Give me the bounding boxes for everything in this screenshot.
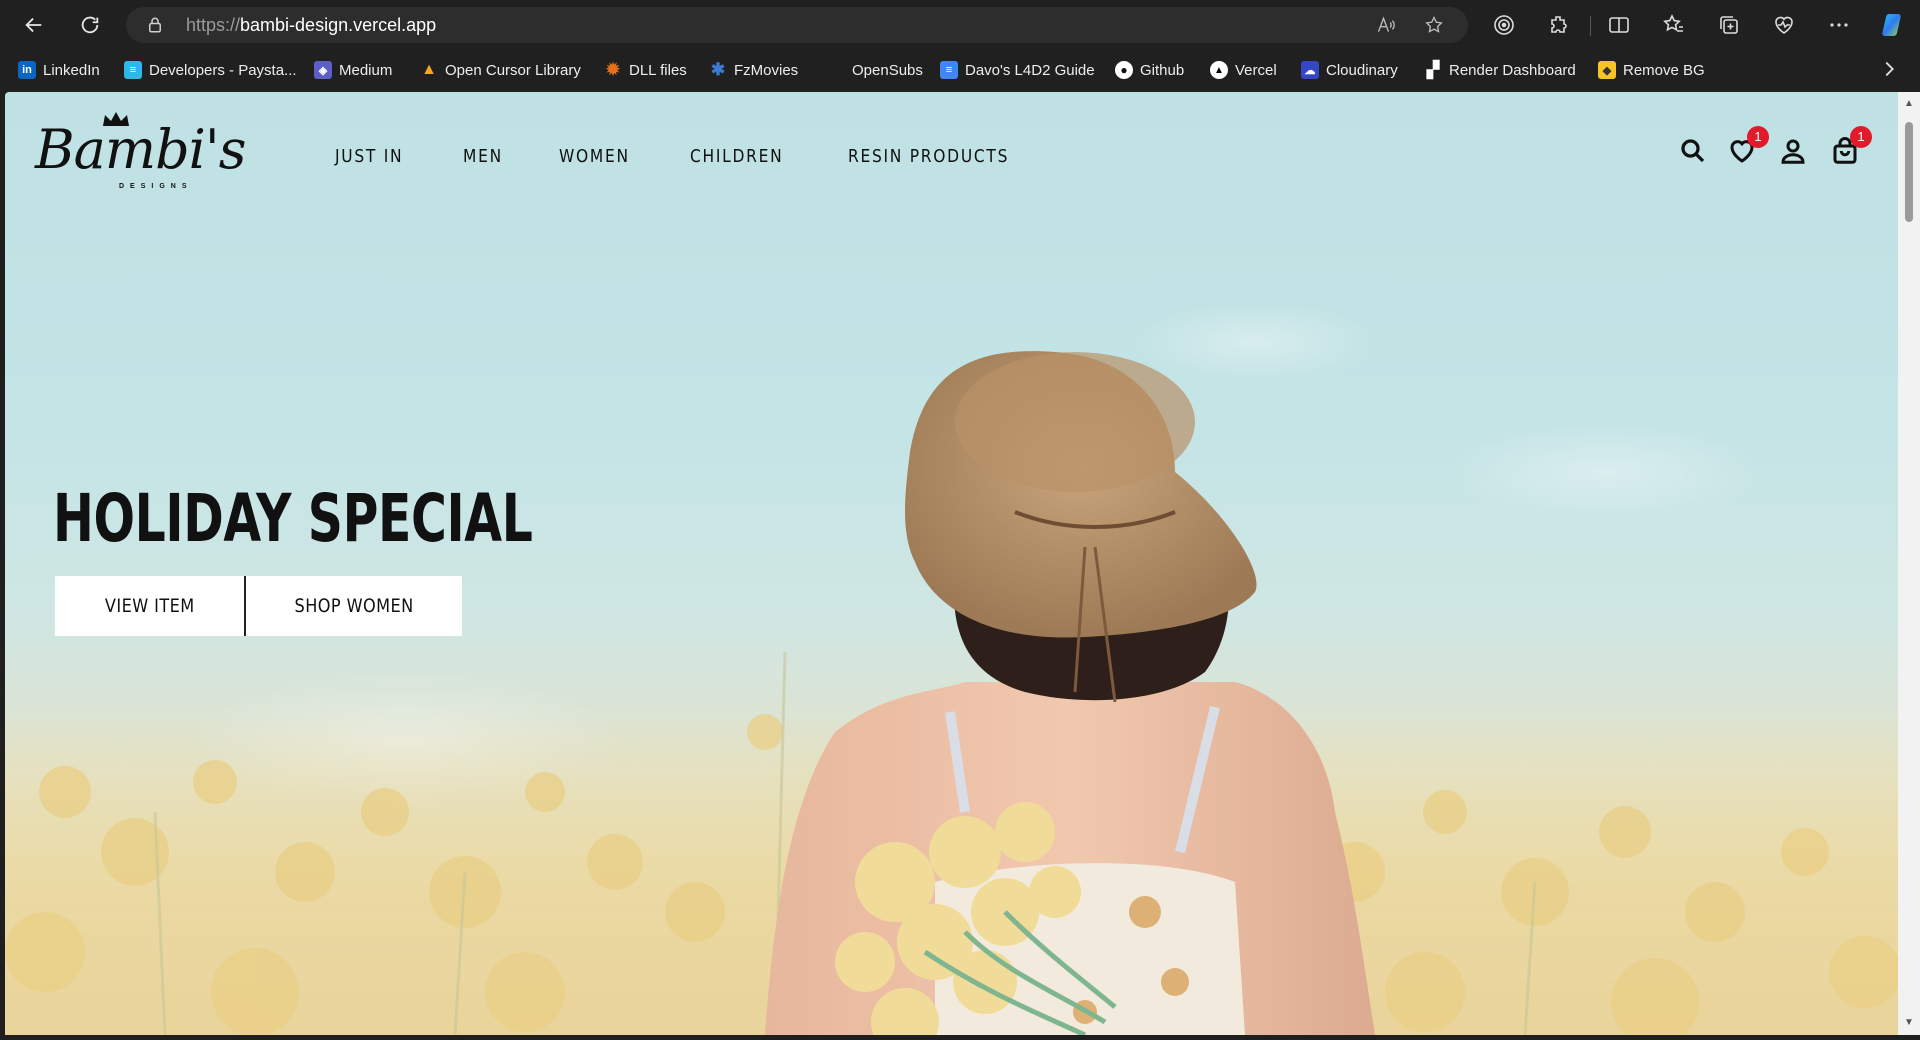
- url-scheme: https://: [186, 15, 241, 35]
- shop-women-label: SHOP WOMEN: [294, 595, 414, 617]
- page-viewport: Bambi's DESIGNS JUST IN MEN WOMEN CHILDR…: [5, 92, 1898, 1035]
- search-icon[interactable]: [1678, 136, 1708, 166]
- cursor-library-icon: ▲: [421, 61, 437, 78]
- hero-background-image: [5, 302, 1898, 1035]
- bookmark-label: Open Cursor Library: [445, 61, 581, 79]
- medium-icon: ◈: [314, 61, 332, 79]
- wishlist-heart-icon[interactable]: 1: [1727, 126, 1769, 166]
- bookmark-label: Render Dashboard: [1449, 61, 1576, 79]
- collections-icon[interactable]: [1717, 13, 1741, 37]
- bookmark-label: Medium: [339, 61, 393, 79]
- nav-men[interactable]: MEN: [463, 146, 503, 176]
- browser-essentials-icon[interactable]: [1772, 13, 1796, 37]
- cart-count-badge: 1: [1850, 126, 1872, 148]
- chevron-right-icon[interactable]: [1878, 58, 1900, 80]
- address-bar[interactable]: https://bambi-design.vercel.app: [126, 7, 1468, 43]
- shop-women-button[interactable]: SHOP WOMEN: [246, 576, 462, 636]
- bookmark-medium[interactable]: ◈ Medium: [314, 59, 392, 81]
- favorites-icon[interactable]: [1662, 13, 1686, 37]
- bookmark-label: Developers - Paysta...: [149, 61, 297, 79]
- vertical-scrollbar[interactable]: ▲ ▼: [1898, 92, 1920, 1035]
- google-docs-icon: ≡: [940, 61, 958, 79]
- fzmovies-icon: ✱: [710, 60, 726, 79]
- render-icon: ▞: [1426, 62, 1440, 79]
- main-navigation: JUST IN MEN WOMEN CHILDREN RESIN PRODUCT…: [335, 146, 1084, 176]
- view-item-button[interactable]: VIEW ITEM: [55, 576, 244, 636]
- nav-women[interactable]: WOMEN: [559, 146, 630, 176]
- tracking-prevention-icon[interactable]: [1492, 13, 1516, 37]
- bookmark-label: Cloudinary: [1326, 61, 1398, 79]
- bookmark-render-dashboard[interactable]: ▞ Render Dashboard: [1424, 59, 1576, 81]
- bookmark-label: DLL files: [629, 61, 687, 79]
- bookmark-vercel[interactable]: ▲ Vercel: [1210, 59, 1277, 81]
- wishlist-count-badge: 1: [1747, 126, 1769, 148]
- hero-title: HOLIDAY SPECIAL: [53, 480, 533, 557]
- bookmark-linkedin[interactable]: in LinkedIn: [18, 59, 100, 81]
- lock-icon: [149, 17, 161, 33]
- bookmark-label: FzMovies: [734, 61, 799, 79]
- bookmark-cloudinary[interactable]: ☁ Cloudinary: [1301, 59, 1398, 81]
- scrollbar-thumb[interactable]: [1905, 122, 1913, 222]
- bookmark-label: Davo's L4D2 Guide: [965, 61, 1095, 79]
- dll-files-icon: ✹: [605, 60, 621, 79]
- toolbar-separator: [1590, 16, 1591, 36]
- account-icon[interactable]: [1778, 136, 1808, 166]
- browser-chrome: https://bambi-design.vercel.app in Linked…: [0, 0, 1920, 92]
- reload-icon[interactable]: [70, 5, 110, 45]
- remove-bg-icon: ◆: [1598, 61, 1616, 79]
- url-host: bambi-design.vercel.app: [240, 15, 437, 35]
- bookmark-github[interactable]: ● Github: [1115, 59, 1184, 81]
- back-icon[interactable]: [14, 5, 54, 45]
- bookmark-dll-files[interactable]: ✹ DLL files: [604, 59, 687, 81]
- bookmark-label: LinkedIn: [43, 61, 100, 79]
- bookmark-label: OpenSubs: [852, 61, 923, 79]
- linkedin-icon: in: [18, 61, 36, 79]
- split-screen-icon[interactable]: [1607, 13, 1631, 37]
- nav-children[interactable]: CHILDREN: [690, 146, 783, 176]
- cloudinary-icon: ☁: [1301, 61, 1319, 79]
- url-text[interactable]: https://bambi-design.vercel.app: [186, 15, 436, 36]
- github-icon: ●: [1115, 61, 1133, 79]
- paystack-icon: ≡: [124, 61, 142, 79]
- logo-subtext: DESIGNS: [119, 183, 193, 190]
- copilot-icon[interactable]: [1880, 11, 1908, 39]
- scroll-down-icon[interactable]: ▼: [1903, 1017, 1915, 1029]
- nav-just-in[interactable]: JUST IN: [335, 146, 403, 176]
- bookmark-opensubs[interactable]: OpenSubs: [852, 59, 923, 81]
- bookmarks-bar: in LinkedIn ≡ Developers - Paysta... ◈ Medi…: [0, 52, 1920, 86]
- bookmark-label: Vercel: [1235, 61, 1277, 79]
- view-item-label: VIEW ITEM: [104, 595, 195, 617]
- read-aloud-icon[interactable]: [1376, 15, 1396, 35]
- bookmark-paystack[interactable]: ≡ Developers - Paysta...: [124, 59, 297, 81]
- bookmark-open-cursor-library[interactable]: ▲ Open Cursor Library: [420, 59, 581, 81]
- bookmark-label: Github: [1140, 61, 1185, 79]
- bookmark-davos-l4d2-guide[interactable]: ≡ Davo's L4D2 Guide: [940, 59, 1095, 81]
- scroll-up-icon[interactable]: ▲: [1903, 98, 1915, 110]
- favorite-star-icon[interactable]: [1424, 15, 1444, 35]
- vercel-icon: ▲: [1210, 61, 1228, 79]
- more-options-icon[interactable]: [1827, 13, 1851, 37]
- bookmark-label: Remove BG: [1623, 61, 1705, 79]
- logo-text: Bambi's: [35, 118, 246, 181]
- browser-toolbar: https://bambi-design.vercel.app: [0, 0, 1920, 50]
- extensions-icon[interactable]: [1547, 13, 1571, 37]
- bookmark-remove-bg[interactable]: ◆ Remove BG: [1598, 59, 1705, 81]
- nav-resin-products[interactable]: RESIN PRODUCTS: [848, 146, 1009, 176]
- shopping-bag-icon[interactable]: 1: [1830, 126, 1872, 166]
- site-logo[interactable]: Bambi's DESIGNS: [35, 110, 246, 190]
- bookmark-fzmovies[interactable]: ✱ FzMovies: [709, 59, 798, 81]
